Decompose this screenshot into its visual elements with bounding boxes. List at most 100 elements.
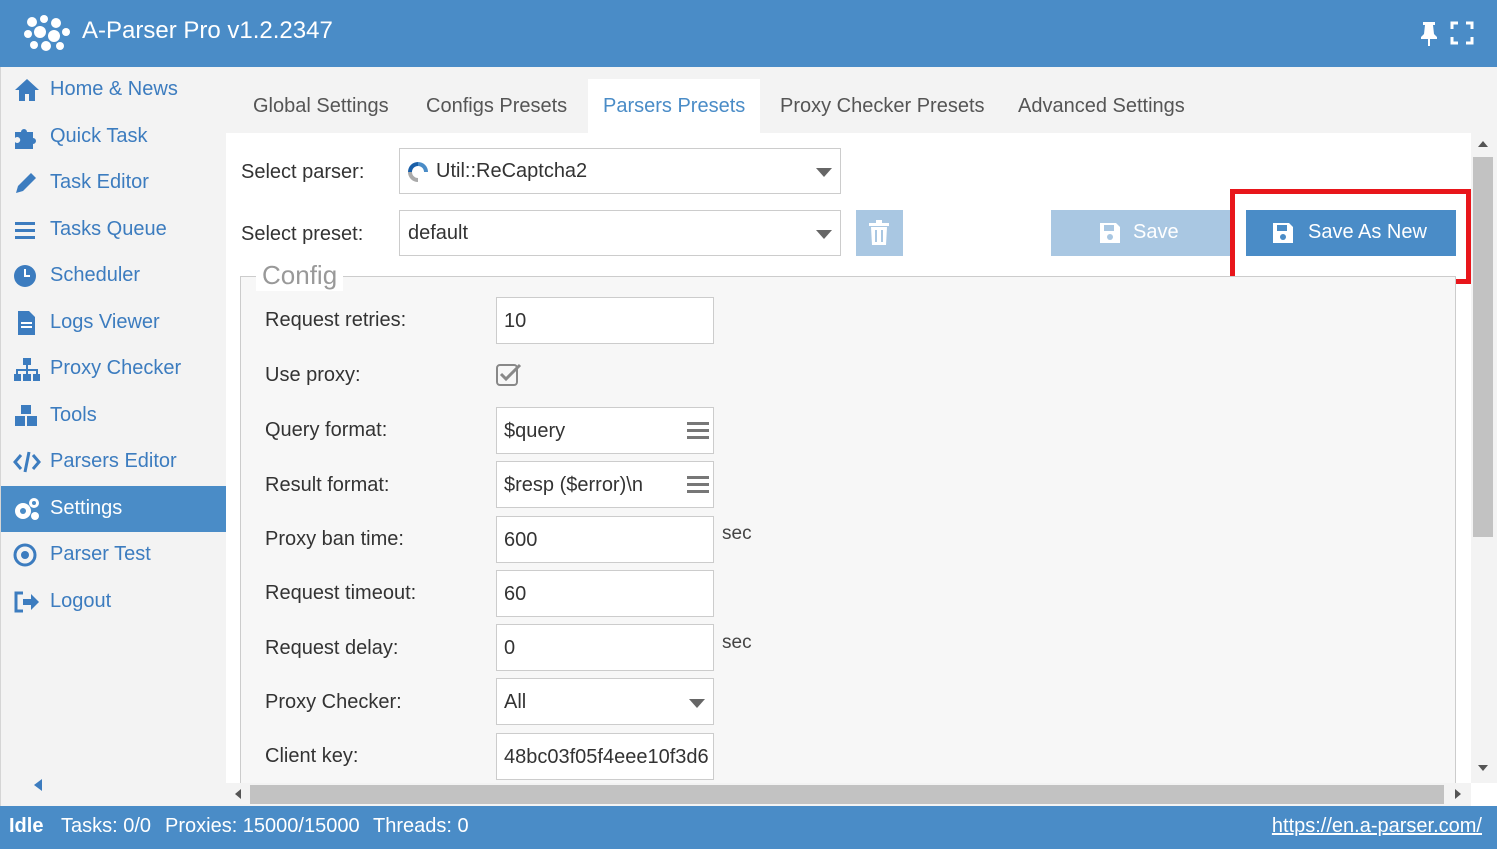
preset-select[interactable]: default [399, 210, 841, 256]
proxy-ban-time-input[interactable]: 600 [496, 516, 714, 563]
result-format-input[interactable]: $resp ($error)\n [496, 461, 714, 508]
sidebar-item-label: Logout [50, 590, 112, 612]
hamburger-menu-icon[interactable] [687, 420, 709, 440]
sidebar-item-settings[interactable]: Settings [1, 486, 227, 532]
client-key-input[interactable]: 48bc03f05f4eee10f3d6 [496, 733, 714, 780]
clock-icon [14, 265, 36, 287]
tab-global-settings[interactable]: Global Settings [238, 79, 404, 133]
settings-panel: Select parser: Util::ReCaptcha2 Select p… [226, 133, 1471, 783]
save-button[interactable]: Save [1051, 210, 1231, 256]
highlight-annotation [1230, 189, 1471, 284]
sidebar-item-parser-test[interactable]: Parser Test [1, 532, 227, 578]
proxy-checker-select[interactable]: All [496, 678, 714, 725]
request-delay-value: 0 [504, 637, 516, 659]
tab-proxy-checker-presets[interactable]: Proxy Checker Presets [765, 79, 1000, 133]
proxy-checker-value: All [504, 691, 527, 713]
scroll-left-icon[interactable] [235, 789, 241, 799]
home-icon [15, 79, 39, 101]
sidebar-item-tasks-queue[interactable]: Tasks Queue [1, 207, 227, 253]
use-proxy-label: Use proxy: [265, 364, 361, 386]
tab-parsers-presets[interactable]: Parsers Presets [588, 79, 761, 133]
result-format-label: Result format: [265, 474, 390, 496]
use-proxy-checkbox[interactable] [496, 362, 522, 388]
proxy-ban-time-unit: sec [722, 523, 752, 544]
request-retries-input[interactable]: 10 [496, 297, 714, 344]
sidebar-item-tools[interactable]: Tools [1, 393, 227, 439]
sidebar-item-label: Task Editor [50, 171, 149, 193]
sidebar-item-home[interactable]: Home & News [1, 67, 227, 113]
collapse-sidebar-icon[interactable] [31, 777, 45, 793]
sidebar-item-label: Scheduler [50, 264, 141, 286]
tab-bar: Global Settings Configs Presets Parsers … [226, 67, 1497, 133]
tab-advanced-settings[interactable]: Advanced Settings [1003, 79, 1200, 133]
save-button-label: Save [1133, 221, 1179, 243]
request-retries-label: Request retries: [265, 309, 407, 331]
sidebar-item-label: Parsers Editor [50, 450, 177, 472]
sidebar: Home & News Quick Task Task Editor Tasks… [0, 67, 227, 806]
sidebar-item-task-editor[interactable]: Task Editor [1, 160, 227, 206]
config-fieldset [240, 276, 1456, 783]
chevron-down-icon [689, 699, 705, 708]
result-format-value: $resp ($error)\n [504, 474, 643, 496]
gears-icon [15, 498, 39, 520]
sign-out-icon [14, 591, 39, 613]
sidebar-item-quick-task[interactable]: Quick Task [1, 114, 227, 160]
app-header: A-Parser Pro v1.2.2347 [0, 0, 1497, 67]
vertical-scroll-thumb[interactable] [1473, 157, 1493, 537]
app-title: A-Parser Pro v1.2.2347 [82, 17, 333, 44]
request-timeout-input[interactable]: 60 [496, 570, 714, 617]
request-delay-unit: sec [722, 632, 752, 653]
query-format-input[interactable]: $query [496, 407, 714, 454]
horizontal-scroll-thumb[interactable] [250, 785, 1444, 804]
parser-select-value: Util::ReCaptcha2 [436, 160, 588, 182]
chevron-down-icon [816, 230, 832, 239]
status-threads: Threads: 0 [373, 815, 469, 837]
sidebar-item-proxy-checker[interactable]: Proxy Checker [1, 346, 227, 392]
delete-preset-button[interactable] [856, 210, 903, 256]
code-icon [13, 451, 41, 473]
proxy-checker-label: Proxy Checker: [265, 691, 402, 713]
file-icon [18, 311, 35, 335]
floppy-icon [1100, 223, 1120, 243]
scroll-right-icon[interactable] [1455, 789, 1461, 799]
tab-configs-presets[interactable]: Configs Presets [411, 79, 582, 133]
query-format-label: Query format: [265, 419, 388, 441]
horizontal-scrollbar[interactable] [226, 783, 1471, 806]
sidebar-item-label: Home & News [50, 78, 178, 100]
pin-icon[interactable] [1418, 20, 1440, 46]
status-state: Idle [9, 815, 44, 837]
sidebar-item-label: Tasks Queue [50, 218, 167, 240]
request-timeout-label: Request timeout: [265, 582, 417, 604]
request-timeout-value: 60 [504, 583, 527, 605]
sidebar-item-logout[interactable]: Logout [1, 579, 227, 625]
sidebar-item-parsers-editor[interactable]: Parsers Editor [1, 439, 227, 485]
parser-select[interactable]: Util::ReCaptcha2 [399, 148, 841, 194]
logo-icon [24, 15, 70, 51]
scroll-up-icon[interactable] [1478, 141, 1488, 147]
parser-label: Select parser: [241, 161, 365, 183]
sidebar-item-scheduler[interactable]: Scheduler [1, 253, 227, 299]
sidebar-item-label: Tools [50, 404, 97, 426]
request-retries-value: 10 [504, 310, 527, 332]
puzzle-icon [15, 129, 36, 149]
sidebar-item-label: Logs Viewer [50, 311, 160, 333]
sidebar-item-label: Parser Test [50, 543, 151, 565]
client-key-label: Client key: [265, 745, 359, 767]
request-delay-label: Request delay: [265, 637, 399, 659]
sitemap-icon [14, 358, 40, 381]
sidebar-item-logs-viewer[interactable]: Logs Viewer [1, 300, 227, 346]
preset-label: Select preset: [241, 223, 364, 245]
preset-select-value: default [408, 222, 469, 244]
website-link[interactable]: https://en.a-parser.com/ [1272, 815, 1482, 838]
chevron-down-icon [816, 168, 832, 177]
target-icon [13, 543, 37, 567]
sidebar-item-label: Proxy Checker [50, 357, 182, 379]
fullscreen-icon[interactable] [1450, 21, 1474, 45]
hamburger-menu-icon[interactable] [687, 474, 709, 494]
scroll-down-icon[interactable] [1478, 765, 1488, 771]
proxy-ban-time-value: 600 [504, 529, 538, 551]
sidebar-item-label: Quick Task [50, 125, 148, 147]
status-tasks: Tasks: 0/0 [61, 815, 152, 837]
vertical-scrollbar[interactable] [1471, 133, 1497, 783]
request-delay-input[interactable]: 0 [496, 624, 714, 671]
